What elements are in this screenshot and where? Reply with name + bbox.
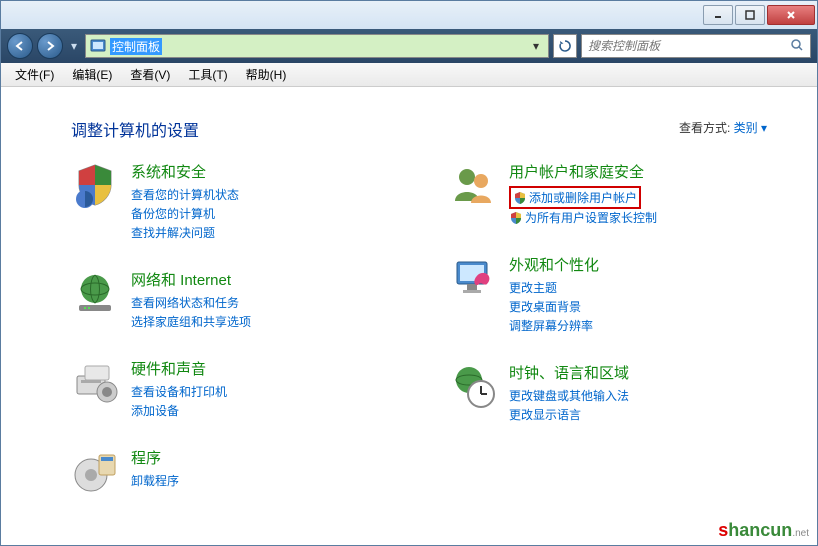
category-programs: 程序 卸载程序 bbox=[71, 447, 389, 495]
users-link-parental[interactable]: 为所有用户设置家长控制 bbox=[509, 209, 767, 226]
network-icon bbox=[71, 269, 119, 317]
menu-bar: 文件(F) 编辑(E) 查看(V) 工具(T) 帮助(H) bbox=[1, 63, 817, 87]
category-system: 系统和安全 查看您的计算机状态 备份您的计算机 查找并解决问题 bbox=[71, 161, 389, 243]
clock-link-keyboard[interactable]: 更改键盘或其他输入法 bbox=[509, 387, 767, 404]
category-network: 网络和 Internet 查看网络状态和任务 选择家庭组和共享选项 bbox=[71, 269, 389, 332]
category-hardware: 硬件和声音 查看设备和打印机 添加设备 bbox=[71, 358, 389, 421]
clock-link-language[interactable]: 更改显示语言 bbox=[509, 406, 767, 423]
programs-link-uninstall[interactable]: 卸载程序 bbox=[131, 472, 389, 489]
shield-icon bbox=[509, 211, 523, 225]
appearance-link-theme[interactable]: 更改主题 bbox=[509, 279, 767, 296]
system-title[interactable]: 系统和安全 bbox=[131, 161, 389, 182]
users-title[interactable]: 用户帐户和家庭安全 bbox=[509, 161, 767, 182]
system-security-icon bbox=[71, 161, 119, 209]
programs-icon bbox=[71, 447, 119, 495]
address-text: 控制面板 bbox=[110, 38, 162, 55]
clock-title[interactable]: 时钟、语言和区域 bbox=[509, 362, 767, 383]
category-clock: 时钟、语言和区域 更改键盘或其他输入法 更改显示语言 bbox=[449, 362, 767, 425]
search-input[interactable] bbox=[588, 39, 786, 53]
back-button[interactable] bbox=[7, 33, 33, 59]
titlebar bbox=[1, 1, 817, 29]
nav-history-dropdown[interactable]: ▾ bbox=[67, 33, 81, 59]
page-title: 调整计算机的设置 bbox=[71, 117, 767, 141]
minimize-button[interactable] bbox=[703, 5, 733, 25]
menu-help[interactable]: 帮助(H) bbox=[238, 64, 295, 85]
window-frame: ▾ 控制面板 ▾ 文件(F) 编辑(E) 查看(V) 工具(T) 帮助(H) 调… bbox=[0, 0, 818, 546]
hardware-title[interactable]: 硬件和声音 bbox=[131, 358, 389, 379]
search-box[interactable] bbox=[581, 34, 811, 58]
shield-icon bbox=[513, 191, 527, 205]
category-users: 用户帐户和家庭安全 添加或删除用户帐户 为所有用户设置家长控制 bbox=[449, 161, 767, 228]
appearance-link-wallpaper[interactable]: 更改桌面背景 bbox=[509, 298, 767, 315]
system-link-status[interactable]: 查看您的计算机状态 bbox=[131, 186, 389, 203]
highlighted-link: 添加或删除用户帐户 bbox=[509, 186, 641, 209]
nav-toolbar: ▾ 控制面板 ▾ bbox=[1, 29, 817, 63]
appearance-title[interactable]: 外观和个性化 bbox=[509, 254, 767, 275]
view-by: 查看方式: 类别 ▾ bbox=[679, 119, 767, 136]
view-by-label: 查看方式: bbox=[679, 121, 730, 135]
search-icon[interactable] bbox=[790, 38, 804, 55]
close-button[interactable] bbox=[767, 5, 815, 25]
view-by-value[interactable]: 类别 ▾ bbox=[734, 121, 767, 135]
refresh-button[interactable] bbox=[553, 34, 577, 58]
address-bar[interactable]: 控制面板 ▾ bbox=[85, 34, 549, 58]
users-icon bbox=[449, 161, 497, 209]
network-title[interactable]: 网络和 Internet bbox=[131, 269, 389, 290]
control-panel-icon bbox=[90, 38, 106, 54]
menu-file[interactable]: 文件(F) bbox=[7, 64, 62, 85]
content-area: 调整计算机的设置 查看方式: 类别 ▾ 系统和安全 查看您的计算机状态 备份您的… bbox=[1, 87, 817, 545]
hardware-icon bbox=[71, 358, 119, 406]
forward-button[interactable] bbox=[37, 33, 63, 59]
menu-edit[interactable]: 编辑(E) bbox=[64, 64, 120, 85]
network-link-status[interactable]: 查看网络状态和任务 bbox=[131, 294, 389, 311]
hardware-link-devices[interactable]: 查看设备和打印机 bbox=[131, 383, 389, 400]
watermark: shancun.net bbox=[718, 520, 809, 541]
category-appearance: 外观和个性化 更改主题 更改桌面背景 调整屏幕分辨率 bbox=[449, 254, 767, 336]
programs-title[interactable]: 程序 bbox=[131, 447, 389, 468]
network-link-homegroup[interactable]: 选择家庭组和共享选项 bbox=[131, 313, 389, 330]
appearance-link-resolution[interactable]: 调整屏幕分辨率 bbox=[509, 317, 767, 334]
menu-tools[interactable]: 工具(T) bbox=[180, 64, 235, 85]
users-link-add-remove[interactable]: 添加或删除用户帐户 bbox=[529, 189, 637, 206]
hardware-link-add[interactable]: 添加设备 bbox=[131, 402, 389, 419]
maximize-button[interactable] bbox=[735, 5, 765, 25]
clock-icon bbox=[449, 362, 497, 410]
menu-view[interactable]: 查看(V) bbox=[122, 64, 178, 85]
system-link-backup[interactable]: 备份您的计算机 bbox=[131, 205, 389, 222]
system-link-troubleshoot[interactable]: 查找并解决问题 bbox=[131, 224, 389, 241]
appearance-icon bbox=[449, 254, 497, 302]
address-dropdown-icon[interactable]: ▾ bbox=[528, 39, 544, 53]
